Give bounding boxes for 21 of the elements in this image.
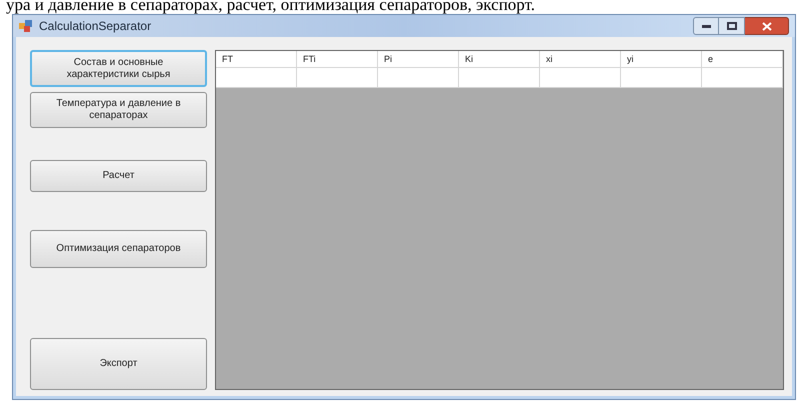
table-cell[interactable] — [459, 68, 540, 88]
close-button[interactable] — [745, 17, 789, 35]
document-text: ура и давление в сепараторах, расчет, оптимизация сепараторов, экспорт. — [5, 0, 536, 14]
minimize-icon — [702, 24, 710, 28]
action-button[interactable]: Состав и основные характеристики сырья — [30, 50, 207, 87]
table-cell[interactable] — [540, 68, 621, 88]
minimize-button[interactable] — [693, 17, 719, 35]
table-cell[interactable] — [702, 68, 783, 88]
table-cell[interactable] — [621, 68, 702, 88]
maximize-button[interactable] — [719, 17, 745, 35]
window-title: CalculationSeparator — [39, 18, 152, 35]
action-button[interactable]: Расчет — [30, 160, 207, 192]
table-cell[interactable] — [378, 68, 459, 88]
maximize-icon — [726, 22, 736, 30]
action-button[interactable]: Экспорт — [30, 338, 207, 390]
close-icon — [762, 22, 772, 30]
app-icon — [19, 20, 33, 32]
table-cell[interactable] — [297, 68, 378, 88]
action-button[interactable]: Оптимизация сепараторов — [30, 230, 207, 268]
action-button[interactable]: Температура и давление в сепараторах — [30, 92, 207, 128]
table-cell[interactable] — [216, 68, 297, 88]
